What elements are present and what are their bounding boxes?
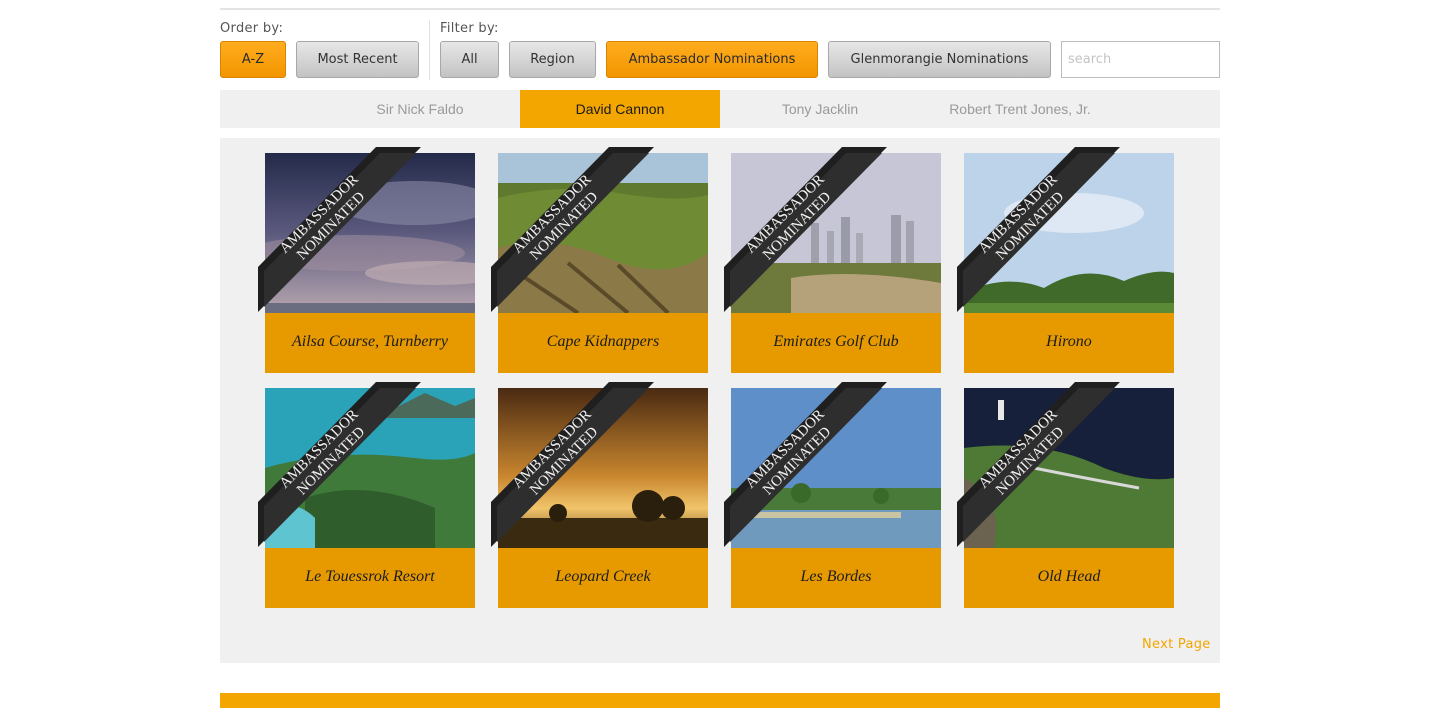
- top-divider: [220, 8, 1220, 10]
- ambassador-tabs: Sir Nick Faldo David Cannon Tony Jacklin…: [220, 90, 1220, 128]
- tab-sir-nick-faldo[interactable]: Sir Nick Faldo: [320, 90, 520, 128]
- tab-tony-jacklin[interactable]: Tony Jacklin: [720, 90, 920, 128]
- course-card[interactable]: Le Touessrok Resort AMBASSADOR NOMINATED: [258, 382, 475, 608]
- filter-by-label: Filter by:: [440, 21, 499, 36]
- order-az-button[interactable]: A-Z: [220, 41, 286, 78]
- course-card[interactable]: Emirates Golf Club AMBASSADOR NOMINATED: [724, 147, 941, 373]
- course-name: Leopard Creek: [498, 548, 708, 608]
- course-photo: [731, 388, 941, 548]
- tab-robert-trent-jones-jr[interactable]: Robert Trent Jones, Jr.: [920, 90, 1120, 128]
- course-name: Cape Kidnappers: [498, 313, 708, 373]
- filter-region-button[interactable]: Region: [509, 41, 596, 78]
- course-card[interactable]: Les Bordes AMBASSADOR NOMINATED: [724, 382, 941, 608]
- filter-glenmorangie-nominations-button[interactable]: Glenmorangie Nominations: [828, 41, 1051, 78]
- filter-all-button[interactable]: All: [440, 41, 499, 78]
- course-name: Le Touessrok Resort: [265, 548, 475, 608]
- course-name: Emirates Golf Club: [731, 313, 941, 373]
- course-card[interactable]: Leopard Creek AMBASSADOR NOMINATED: [491, 382, 708, 608]
- course-name: Les Bordes: [731, 548, 941, 608]
- course-name: Old Head: [964, 548, 1174, 608]
- next-page-link[interactable]: Next Page: [1142, 637, 1211, 652]
- course-photo: [265, 153, 475, 313]
- course-card[interactable]: Cape Kidnappers AMBASSADOR NOMINATED: [491, 147, 708, 373]
- tab-david-cannon[interactable]: David Cannon: [520, 90, 720, 128]
- course-card[interactable]: Hirono AMBASSADOR NOMINATED: [957, 147, 1174, 373]
- course-photo: [498, 153, 708, 313]
- toolbar-divider: [429, 20, 430, 80]
- course-card[interactable]: Ailsa Course, Turnberry AMBASSADOR NOMIN…: [258, 147, 475, 373]
- course-photo: [964, 153, 1174, 313]
- order-by-label: Order by:: [220, 21, 284, 36]
- course-name: Hirono: [964, 313, 1174, 373]
- order-most-recent-button[interactable]: Most Recent: [296, 41, 419, 78]
- course-name: Ailsa Course, Turnberry: [265, 313, 475, 373]
- course-photo: [731, 153, 941, 313]
- course-photo: [265, 388, 475, 548]
- filter-ambassador-nominations-button[interactable]: Ambassador Nominations: [606, 41, 818, 78]
- course-card[interactable]: Old Head AMBASSADOR NOMINATED: [957, 382, 1174, 608]
- footer-bar: [220, 693, 1220, 708]
- course-photo: [498, 388, 708, 548]
- course-photo: [964, 388, 1174, 548]
- search-input[interactable]: [1061, 41, 1220, 78]
